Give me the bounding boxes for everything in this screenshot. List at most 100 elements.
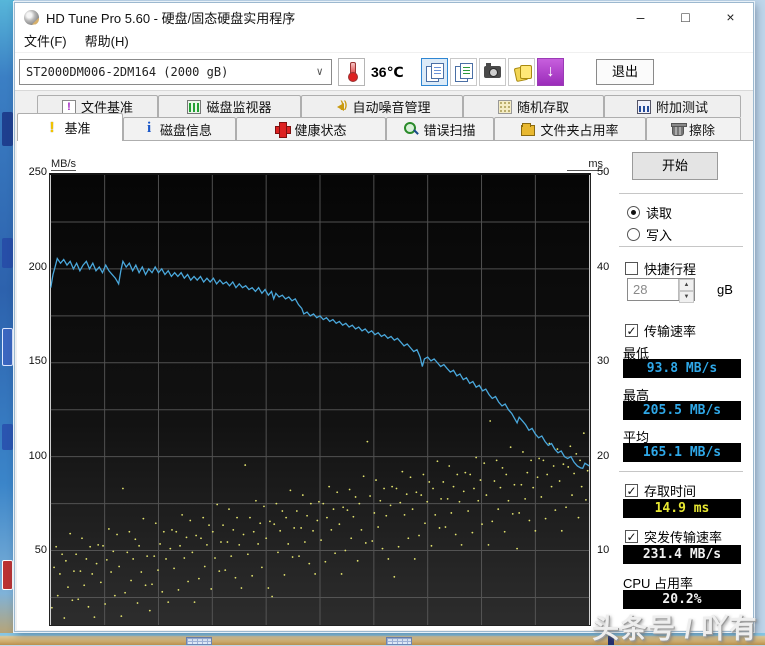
- tab-error-scan[interactable]: 错误扫描: [386, 117, 494, 140]
- error-scan-icon: [404, 122, 418, 136]
- radio-read-label: 读取: [646, 206, 673, 221]
- stepper-up-button[interactable]: ▲: [679, 279, 694, 291]
- shortstroke-unit: gB: [717, 282, 733, 297]
- tab-health[interactable]: 健康状态: [236, 117, 386, 140]
- shortstroke-checkbox[interactable]: 快捷行程: [625, 259, 696, 278]
- app-window: HD Tune Pro 5.60 - 硬盘/固态硬盘实用程序 – □ × 文件(…: [14, 2, 754, 632]
- access-time-checkbox[interactable]: ✓ 存取时间: [625, 481, 696, 500]
- tab-label: 基准: [64, 121, 91, 136]
- right-axis-ticks: 50 40 30 20 10: [597, 3, 621, 631]
- copy-image-button[interactable]: [450, 58, 477, 86]
- menubar: 文件(F) 帮助(H): [15, 31, 753, 53]
- screenshot-button[interactable]: [479, 58, 506, 86]
- tab-label: 附加测试: [655, 100, 708, 115]
- burst-rate-value: 231.4 MB/s: [623, 545, 741, 564]
- access-time-value: 14.9 ms: [623, 499, 741, 518]
- extra-tests-icon: [636, 99, 651, 114]
- axis-tick-label: 30: [597, 355, 610, 367]
- separator: [619, 193, 743, 195]
- taskbar-icon-fragment: [186, 637, 212, 645]
- burst-rate-label: 突发传输速率: [644, 530, 723, 545]
- tab-random-access[interactable]: 随机存取: [463, 95, 604, 117]
- benchmark-lamp-icon: [49, 119, 59, 136]
- radio-read[interactable]: 读取: [627, 203, 672, 222]
- shortstroke-label: 快捷行程: [644, 262, 697, 277]
- burst-rate-checkbox-icon[interactable]: ✓: [625, 530, 638, 543]
- radio-write[interactable]: 写入: [627, 225, 672, 244]
- save-report-icon: [514, 64, 532, 80]
- desktop-icon-fragment: [2, 424, 13, 450]
- start-button[interactable]: 开始: [632, 152, 718, 180]
- transfer-rate-checkbox[interactable]: ✓ 传输速率: [625, 321, 696, 340]
- drive-select-value: ST2000DM006-2DM164 (2000 gB): [26, 65, 229, 79]
- max-value: 205.5 MB/s: [623, 401, 741, 420]
- axis-tick-label: 40: [597, 260, 610, 273]
- avg-value: 165.1 MB/s: [623, 443, 741, 462]
- left-axis-ticks: 250 200 150 100 50: [21, 3, 47, 631]
- toolbar: ST2000DM006-2DM164 (2000 gB) ∨ 36℃ ↓ 退出: [15, 53, 753, 91]
- tab-label: 错误扫描: [423, 122, 476, 138]
- axis-tick-label: 200: [28, 260, 47, 273]
- burst-rate-checkbox[interactable]: ✓ 突发传输速率: [625, 527, 722, 546]
- tab-erase[interactable]: 擦除: [646, 117, 741, 140]
- minimize-button[interactable]: –: [618, 4, 663, 31]
- disk-monitor-icon: [187, 99, 202, 114]
- disk-info-icon: [147, 120, 155, 137]
- axis-tick-label: 100: [28, 449, 47, 462]
- access-time-checkbox-icon[interactable]: ✓: [625, 484, 638, 497]
- desktop-icon-fragment: [2, 560, 13, 590]
- maximize-button[interactable]: □: [663, 4, 708, 31]
- copy-image-icon: [454, 63, 473, 82]
- tab-label: 擦除: [688, 122, 715, 138]
- file-benchmark-icon: [61, 99, 76, 114]
- desktop-left-strip: [0, 0, 14, 645]
- tab-label: 自动噪音管理: [352, 100, 431, 115]
- temperature-button[interactable]: [338, 58, 365, 86]
- window-title: HD Tune Pro 5.60 - 硬盘/固态硬盘实用程序: [46, 10, 296, 26]
- access-time-label: 存取时间: [644, 484, 697, 499]
- tab-label: 磁盘监视器: [206, 100, 272, 115]
- min-value: 93.8 MB/s: [623, 359, 741, 378]
- tab-aam[interactable]: 自动噪音管理: [301, 95, 463, 117]
- tab-disk-monitor[interactable]: 磁盘监视器: [158, 95, 301, 117]
- desktop-icon-fragment: [2, 238, 13, 268]
- copy-text-icon: [425, 63, 444, 82]
- stepper-down-button[interactable]: ▼: [679, 291, 694, 303]
- tab-disk-info[interactable]: 磁盘信息: [123, 117, 236, 140]
- tab-folder-usage[interactable]: 文件夹占用率: [494, 117, 646, 140]
- save-report-button[interactable]: [508, 58, 535, 86]
- transfer-rate-checkbox-icon[interactable]: ✓: [625, 324, 638, 337]
- aam-speaker-icon: [333, 100, 347, 114]
- export-down-icon: ↓: [546, 63, 555, 80]
- erase-trash-icon: [670, 122, 687, 136]
- benchmark-chart: [49, 173, 591, 626]
- radio-read-icon[interactable]: [627, 206, 640, 219]
- tab-extra-tests[interactable]: 附加测试: [604, 95, 741, 117]
- axis-tick-label: 50: [34, 544, 47, 556]
- transfer-rate-label: 传输速率: [644, 324, 697, 339]
- thermometer-icon: [347, 62, 358, 82]
- watermark: 头条号 / 吖有: [592, 614, 758, 644]
- radio-write-icon[interactable]: [627, 228, 640, 241]
- health-cross-icon: [275, 122, 292, 138]
- copy-text-button[interactable]: [421, 58, 448, 86]
- drive-select-combobox[interactable]: ST2000DM006-2DM164 (2000 gB) ∨: [19, 59, 332, 85]
- close-button[interactable]: ×: [708, 4, 753, 31]
- shortstroke-checkbox-icon[interactable]: [625, 262, 638, 275]
- separator: [619, 246, 743, 248]
- folder-usage-icon: [521, 122, 536, 136]
- menu-help[interactable]: 帮助(H): [76, 31, 138, 52]
- titlebar[interactable]: HD Tune Pro 5.60 - 硬盘/固态硬盘实用程序 – □ ×: [15, 3, 753, 31]
- export-button[interactable]: ↓: [537, 58, 564, 86]
- tab-label: 磁盘信息: [159, 122, 212, 138]
- chevron-down-icon: ∨: [316, 65, 323, 78]
- axis-tick-label: 20: [597, 449, 610, 462]
- shortstroke-value[interactable]: 28: [628, 279, 678, 300]
- desktop-icon-fragment: [2, 328, 13, 366]
- separator: [619, 471, 743, 473]
- axis-tick-label: 250: [28, 166, 47, 178]
- camera-icon: [484, 63, 501, 78]
- shortstroke-stepper[interactable]: 28 ▲ ▼: [627, 278, 695, 303]
- axis-tick-label: 150: [28, 355, 47, 367]
- random-access-icon: [497, 99, 512, 114]
